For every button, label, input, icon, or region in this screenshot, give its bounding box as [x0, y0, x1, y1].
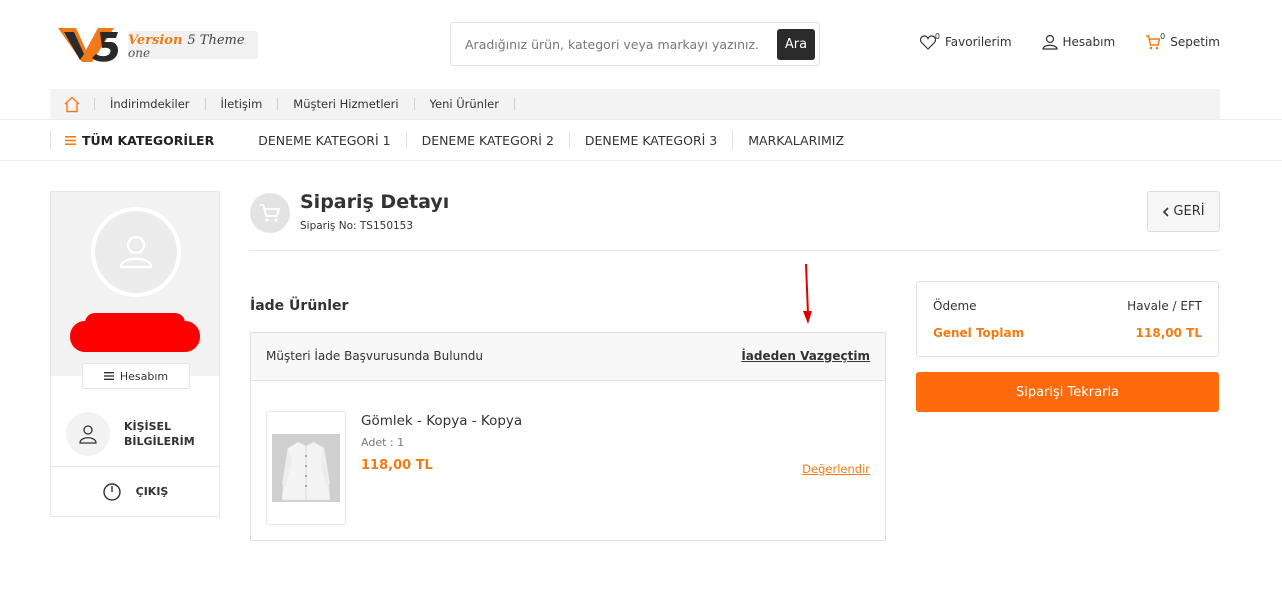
top-nav: İndirimdekiler İletişim Müşteri Hizmetle… [50, 89, 1220, 119]
product-name[interactable]: Gömlek - Kopya - Kopya [361, 413, 522, 429]
cart-link[interactable]: 0 Sepetim [1145, 31, 1220, 50]
category-nav: TÜM KATEGORİLER DENEME KATEGORİ 1 DENEME… [0, 119, 1282, 161]
user-icon [1041, 34, 1058, 50]
menu-icon [65, 135, 76, 145]
order-summary: Ödeme Havale / EFT Genel Toplam 118,00 T… [916, 281, 1219, 357]
shirt-image [272, 434, 340, 502]
site-header: Version5 Theme one Ara 0 Favorilerim Hes… [0, 0, 1282, 88]
logo-word-one: one [128, 46, 151, 60]
power-icon [102, 482, 121, 501]
top-nav-new-products[interactable]: Yeni Ürünler [415, 97, 514, 111]
home-icon [64, 96, 80, 112]
heart-icon [919, 34, 936, 50]
summary-total-row: Genel Toplam 118,00 TL [933, 326, 1202, 340]
total-value: 118,00 TL [1135, 326, 1202, 340]
category-item-3[interactable]: DENEME KATEGORİ 3 [570, 133, 732, 148]
cart-count: 0 [1160, 31, 1166, 41]
account-label: Hesabım [1062, 35, 1116, 49]
annotation-arrow-icon [803, 263, 812, 324]
chevron-left-icon [1163, 206, 1169, 217]
returns-card: Müşteri İade Başvurusunda Bulundu İadede… [250, 332, 886, 541]
account-link[interactable]: Hesabım [1041, 34, 1116, 50]
avatar-inner [95, 211, 177, 293]
favorites-count: 0 [934, 31, 940, 41]
redacted-username [70, 313, 200, 352]
account-sidebar: Hesabım KİŞİSEL BİLGİLERİM ÇIKIŞ [50, 191, 220, 517]
category-item-1[interactable]: DENEME KATEGORİ 1 [243, 133, 405, 148]
logo-word-theme: 5 Theme [187, 33, 245, 48]
profile-panel [51, 192, 219, 376]
cart-icon [260, 204, 281, 222]
divider [250, 250, 1220, 251]
product-price: 118,00 TL [361, 458, 433, 473]
account-menu-label: Hesabım [119, 369, 169, 383]
top-nav-discounts[interactable]: İndirimdekiler [95, 97, 205, 111]
payment-value: Havale / EFT [1127, 299, 1202, 313]
return-status: Müşteri İade Başvurusunda Bulundu [266, 349, 484, 363]
summary-payment-row: Ödeme Havale / EFT [933, 299, 1202, 313]
home-link[interactable] [50, 89, 94, 119]
logo-mark-icon [58, 28, 118, 62]
back-label: GERİ [1173, 204, 1205, 219]
back-button[interactable]: GERİ [1147, 191, 1220, 232]
all-categories-button[interactable]: TÜM KATEGORİLER [51, 133, 243, 148]
favorites-link[interactable]: 0 Favorilerim [919, 31, 1012, 50]
cart-icon [1146, 35, 1161, 50]
sidebar-item-personal-info[interactable]: KİŞİSEL BİLGİLERİM [51, 402, 219, 466]
product-quantity: Adet : 1 [361, 436, 405, 449]
user-avatar-icon [119, 235, 153, 269]
menu-icon [103, 372, 114, 380]
top-nav-contact[interactable]: İletişim [206, 97, 278, 111]
search-box: Ara [450, 22, 820, 66]
header-links: 0 Favorilerim Hesabım 0 Sepetim [919, 31, 1220, 50]
page-title: Sipariş Detayı [300, 191, 450, 213]
account-menu-button[interactable]: Hesabım [82, 363, 190, 389]
order-icon-wrap [250, 193, 290, 233]
cart-label: Sepetim [1170, 35, 1220, 49]
logout-label: ÇIKIŞ [135, 485, 169, 498]
order-number: Sipariş No: TS150153 [300, 220, 414, 232]
returns-title: İade Ürünler [250, 298, 349, 314]
rate-product-link[interactable]: Değerlendir [802, 462, 870, 476]
nav-divider [513, 98, 515, 110]
payment-label: Ödeme [933, 299, 977, 313]
site-logo[interactable]: Version 5 Theme one [56, 22, 261, 66]
category-item-brands[interactable]: MARKALARIMIZ [733, 133, 859, 148]
avatar [91, 207, 181, 297]
total-label: Genel Toplam [933, 326, 1025, 340]
returns-card-header: Müşteri İade Başvurusunda Bulundu İadede… [251, 333, 885, 381]
category-nav-inner: TÜM KATEGORİLER DENEME KATEGORİ 1 DENEME… [50, 120, 859, 160]
search-button[interactable]: Ara [777, 29, 815, 60]
repeat-order-button[interactable]: Siparişi Tekrarla [916, 372, 1219, 412]
top-nav-customer-service[interactable]: Müşteri Hizmetleri [278, 97, 413, 111]
favorites-label: Favorilerim [944, 35, 1012, 49]
product-thumbnail[interactable] [266, 411, 346, 525]
category-item-2[interactable]: DENEME KATEGORİ 2 [407, 133, 569, 148]
cancel-return-link[interactable]: İadeden Vazgeçtim [741, 349, 870, 363]
all-categories-label: TÜM KATEGORİLER [82, 132, 215, 148]
sidebar-item-logout[interactable]: ÇIKIŞ [51, 466, 219, 516]
search-input[interactable] [465, 34, 765, 54]
personal-info-icon-wrap [66, 412, 110, 456]
user-icon [79, 425, 97, 444]
logo-text: Version 5 Theme one [128, 34, 245, 60]
personal-info-label: KİŞİSEL BİLGİLERİM [124, 420, 195, 448]
